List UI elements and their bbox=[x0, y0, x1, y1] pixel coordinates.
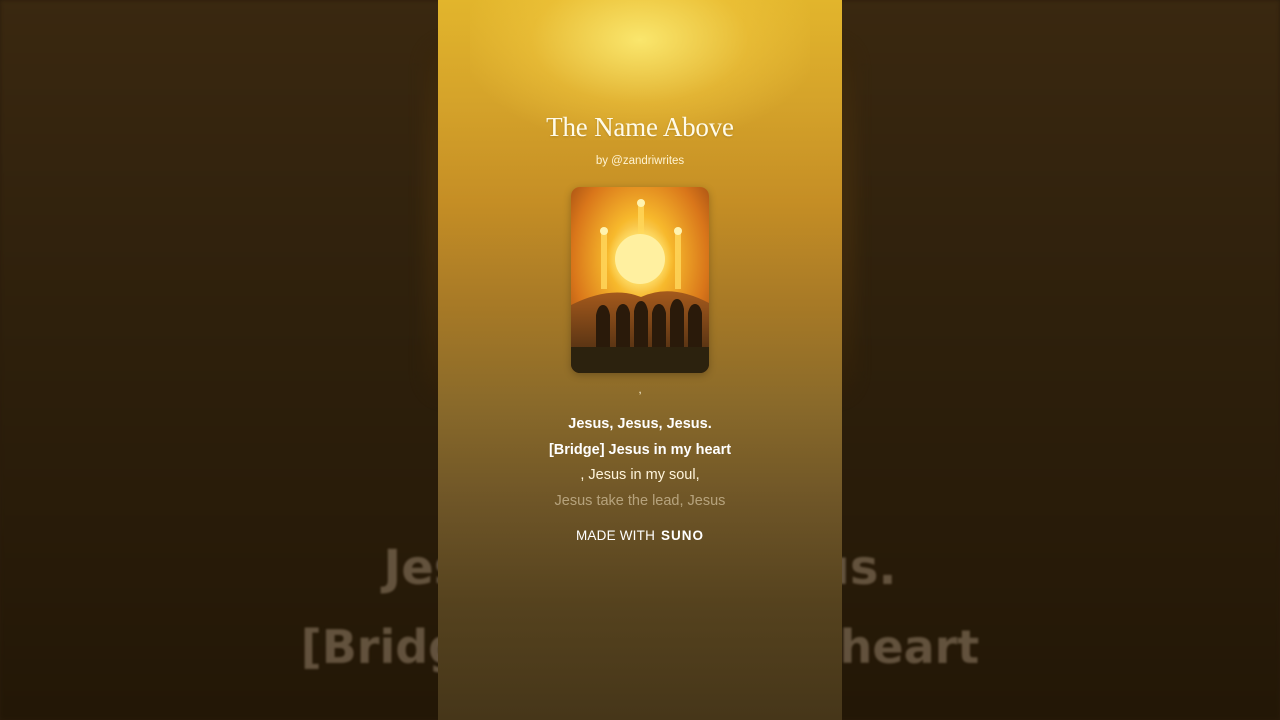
album-cover[interactable] bbox=[571, 187, 709, 373]
lyric-separator: , bbox=[638, 382, 642, 396]
lyric-line-4: Jesus take the lead, Jesus bbox=[554, 493, 726, 509]
lyric-line-2: [Bridge] Jesus in my heart bbox=[548, 442, 732, 458]
song-title: The Name Above bbox=[546, 112, 734, 142]
album-cover-sun-figures-icon bbox=[571, 187, 709, 373]
made-with-suno-badge[interactable]: MADE WITH SUNO bbox=[438, 528, 842, 543]
song-panel: The Name Above by @zandriwrites , Jesus,… bbox=[438, 0, 842, 720]
song-author[interactable]: by @zandriwrites bbox=[438, 155, 842, 167]
made-with-label: MADE WITH bbox=[575, 528, 656, 543]
suno-logo: SUNO bbox=[660, 528, 704, 543]
lyric-line-3: , Jesus in my soul, bbox=[580, 467, 700, 483]
lyric-line-current: Jesus, Jesus, Jesus. bbox=[568, 416, 712, 432]
